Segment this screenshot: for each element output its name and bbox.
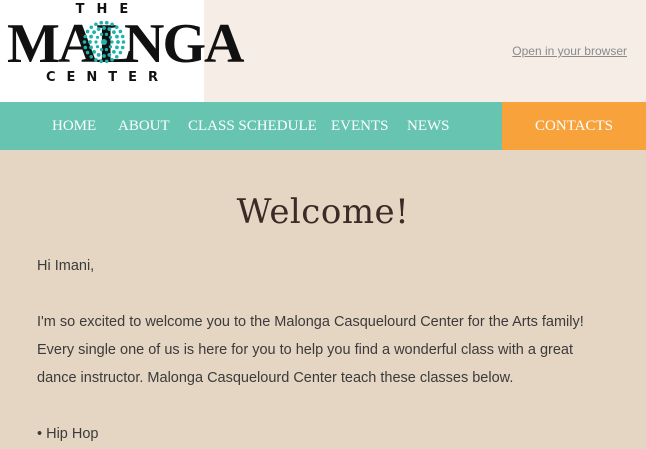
nav-contacts[interactable]: CONTACTS xyxy=(502,102,646,150)
paragraph-line: Every single one of us is here for you t… xyxy=(37,342,573,358)
dotted-circle-icon xyxy=(82,20,126,64)
paragraph-line: dance instructor. Malonga Casquelourd Ce… xyxy=(37,370,514,386)
page-title: Welcome! xyxy=(236,192,410,232)
logo-word-right: NGA xyxy=(124,13,244,75)
nav-news[interactable]: NEWS xyxy=(407,102,450,150)
logo-center-text: CENTER xyxy=(45,70,170,85)
paragraph-line: I'm so excited to welcome you to the Mal… xyxy=(37,314,584,330)
nav-class-schedule[interactable]: CLASS SCHEDULE xyxy=(188,102,317,150)
nav-home[interactable]: HOME xyxy=(52,102,96,150)
malonga-logo[interactable]: THE MAL NGA CENTER xyxy=(0,0,244,102)
list-item: • Hip Hop xyxy=(37,426,99,442)
open-in-browser-link[interactable]: Open in your browser xyxy=(512,44,627,58)
nav-events[interactable]: EVENTS xyxy=(331,102,389,150)
nav-about[interactable]: ABOUT xyxy=(118,102,170,150)
email-header: THE MAL NGA CENTER Open in your browser xyxy=(0,0,646,102)
greeting-text: Hi Imani, xyxy=(37,258,95,274)
